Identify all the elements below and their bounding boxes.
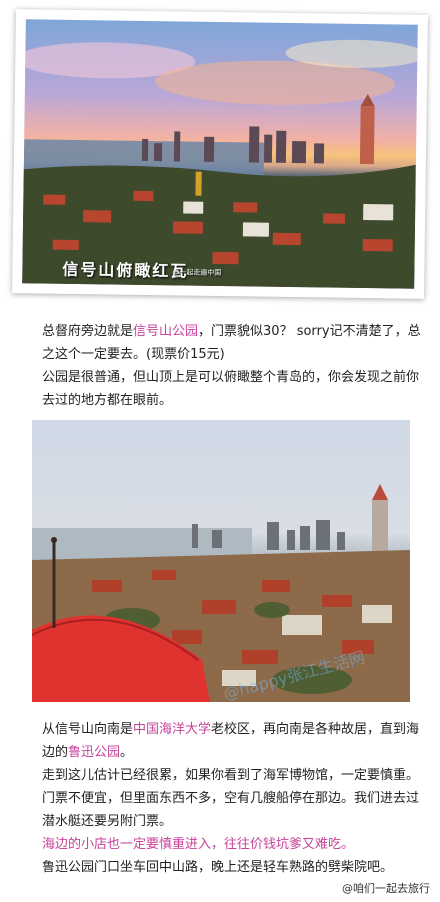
luxun-park-link[interactable]: 鲁迅公园: [68, 745, 120, 760]
photo-caption-credit: @一起走遍中国: [172, 268, 222, 278]
paragraph: 从信号山向南是中国海洋大学老校区，再向南是各种故居，直到海边的鲁迅公园。: [42, 718, 422, 764]
text: 总督府旁边就是: [42, 324, 134, 339]
photo-caption: 信号山俯瞰红瓦: [62, 259, 189, 281]
city-skyline-illustration: [22, 39, 418, 289]
paragraph: 走到这儿估计已经很累，如果你看到了海军博物馆，一定要慎重。门票不便宜，但里面东西…: [42, 768, 420, 829]
text: 从信号山向南是: [42, 722, 134, 737]
signal-hill-sunset-photo: 信号山俯瞰红瓦 @一起走遍中国: [22, 19, 418, 289]
text: 。: [120, 745, 134, 760]
paragraph-block-signal-hill: 总督府旁边就是信号山公园，门票貌似30？ sorry记不清楚了，总之这个一定要去…: [42, 320, 422, 412]
footer-credit: @咱们一起去旅行: [342, 882, 430, 895]
paragraph: 公园是很普通，但山顶上是可以俯瞰整个青岛的，你会发现之前你去过的地方都在眼前。: [42, 370, 420, 408]
paragraph: 鲁迅公园门口坐车回中山路，晚上还是轻车熟路的劈柴院吧。: [42, 860, 394, 875]
warning-paragraph: 海边的小店也一定要慎重进入，往往价钱坑爹又难吃。: [42, 837, 355, 852]
paragraph-block-ocean-university: 从信号山向南是中国海洋大学老校区，再向南是各种故居，直到海边的鲁迅公园。 走到这…: [42, 718, 422, 879]
paragraph: 总督府旁边就是信号山公园，门票貌似30？ sorry记不清楚了，总之这个一定要去…: [42, 320, 422, 366]
ocean-university-link[interactable]: 中国海洋大学: [133, 722, 211, 737]
signal-hill-park-link[interactable]: 信号山公园: [133, 324, 198, 339]
top-photo-frame: 信号山俯瞰红瓦 @一起走遍中国: [12, 9, 428, 299]
